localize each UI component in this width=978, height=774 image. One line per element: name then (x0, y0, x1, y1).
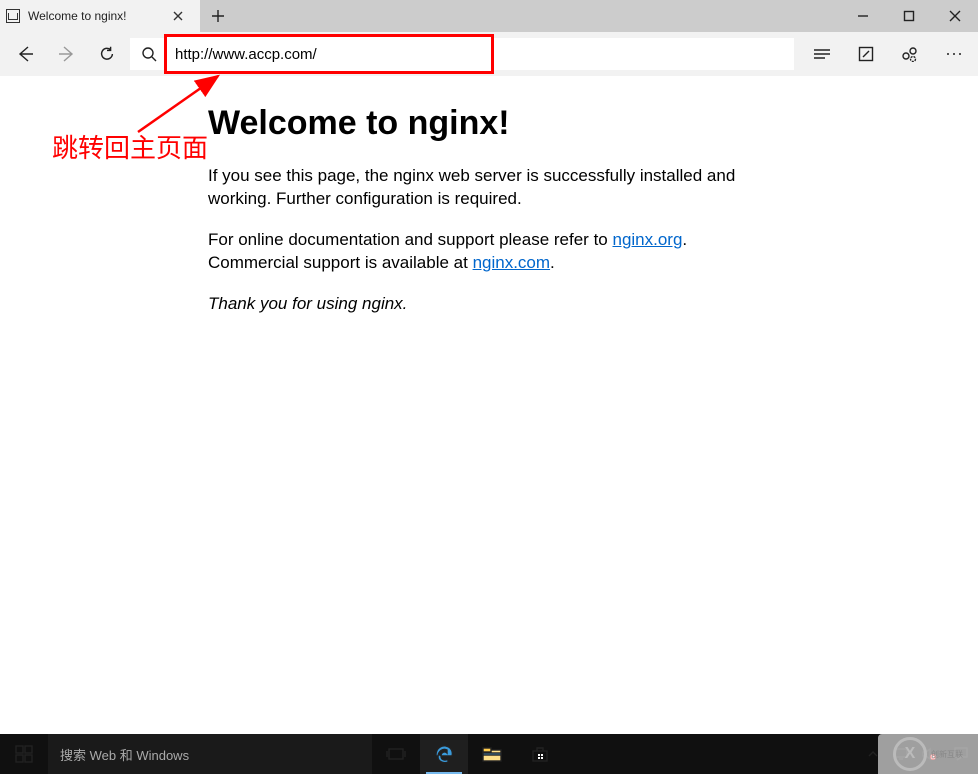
text-fragment: For online documentation and support ple… (208, 230, 612, 249)
action-center-button[interactable] (944, 734, 978, 774)
windows-taskbar: 搜索 Web 和 Windows (0, 734, 978, 774)
taskbar-search[interactable]: 搜索 Web 和 Windows (48, 734, 372, 774)
text-fragment: Commercial support is available at (208, 253, 473, 272)
more-button[interactable] (932, 32, 976, 76)
web-note-button[interactable] (844, 32, 888, 76)
window-maximize-button[interactable] (886, 0, 932, 32)
browser-toolbar (0, 32, 978, 76)
tab-close-button[interactable] (164, 11, 192, 21)
tray-overflow-icon[interactable] (862, 734, 884, 774)
address-highlight-box (164, 34, 494, 74)
system-tray[interactable] (858, 734, 944, 774)
network-icon[interactable] (890, 734, 912, 774)
task-view-button[interactable] (372, 734, 420, 774)
reading-view-button[interactable] (800, 32, 844, 76)
search-icon (130, 46, 168, 62)
page-thanks: Thank you for using nginx. (208, 293, 760, 316)
taskbar-app-edge[interactable] (420, 734, 468, 774)
nginx-com-link[interactable]: nginx.com (473, 253, 550, 272)
page-paragraph-1: If you see this page, the nginx web serv… (208, 165, 760, 211)
page-favicon-icon (6, 9, 20, 23)
new-tab-button[interactable] (200, 0, 236, 32)
address-bar[interactable] (130, 38, 794, 70)
taskbar-app-store[interactable] (516, 734, 564, 774)
page-heading: Welcome to nginx! (208, 104, 760, 143)
text-fragment: . (682, 230, 687, 249)
tab-title: Welcome to nginx! (28, 9, 164, 23)
tab-strip: Welcome to nginx! (0, 0, 978, 32)
window-minimize-button[interactable] (840, 0, 886, 32)
refresh-button[interactable] (88, 32, 126, 76)
page-content: Welcome to nginx! If you see this page, … (0, 76, 760, 316)
annotation-text: 跳转回主页面 (52, 128, 208, 165)
page-paragraph-2: For online documentation and support ple… (208, 229, 760, 275)
volume-icon[interactable] (918, 734, 940, 774)
page-viewport: 跳转回主页面 Welcome to nginx! If you see this… (0, 76, 978, 734)
address-input[interactable] (175, 46, 483, 63)
start-button[interactable] (0, 734, 48, 774)
back-button[interactable] (4, 32, 46, 76)
taskbar-search-placeholder: 搜索 Web 和 Windows (60, 745, 189, 764)
nginx-org-link[interactable]: nginx.org (612, 230, 682, 249)
forward-button[interactable] (46, 32, 88, 76)
browser-tab[interactable]: Welcome to nginx! (0, 0, 200, 32)
share-button[interactable] (888, 32, 932, 76)
window-close-button[interactable] (932, 0, 978, 32)
text-fragment: . (550, 253, 555, 272)
taskbar-app-explorer[interactable] (468, 734, 516, 774)
